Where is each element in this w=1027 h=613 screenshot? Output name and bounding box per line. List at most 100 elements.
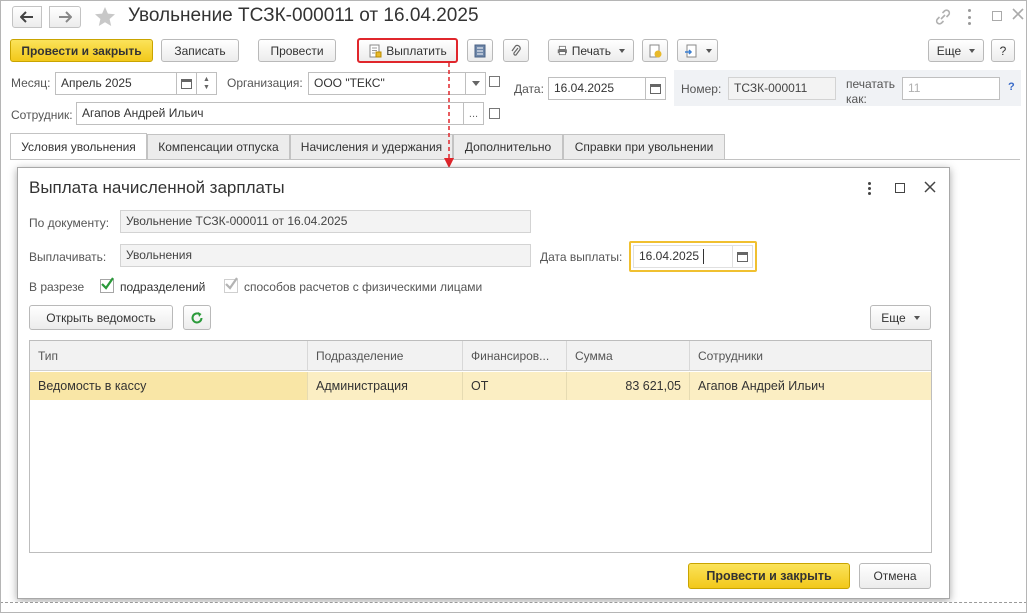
pay-type-label: Выплачивать: <box>29 250 107 264</box>
column-header-employees[interactable]: Сотрудники <box>690 341 931 371</box>
pay-date-field[interactable]: 16.04.2025 <box>633 245 733 268</box>
pay-button[interactable]: Выплатить <box>357 38 458 63</box>
number-label: Номер: <box>681 82 722 96</box>
column-header-amount[interactable]: Сумма <box>567 341 690 371</box>
tab-additional[interactable]: Дополнительно <box>453 134 563 159</box>
paperclip-icon <box>511 44 521 56</box>
employee-label: Сотрудник: <box>11 108 73 122</box>
organization-open-icon[interactable] <box>489 76 500 87</box>
date-label: Дата: <box>514 82 544 96</box>
print-as-field[interactable]: 11 <box>902 77 1000 100</box>
printer-icon <box>557 45 567 56</box>
tab-label: Компенсации отпуска <box>158 140 279 154</box>
employee-field[interactable]: Агапов Андрей Ильич <box>76 102 464 125</box>
calendar-icon <box>737 252 748 262</box>
divisions-checkbox-label[interactable]: подразделений <box>120 280 205 294</box>
payments-table: Тип Подразделение Финансиров... Сумма Со… <box>29 340 932 553</box>
tabs-baseline <box>10 159 1020 160</box>
print-label: Печать <box>571 43 611 58</box>
post-and-close-button[interactable]: Провести и закрыть <box>10 39 153 62</box>
attach-button[interactable] <box>503 39 529 62</box>
pay-label: Выплатить <box>386 43 447 58</box>
date-field[interactable]: 16.04.2025 <box>548 77 646 100</box>
close-icon[interactable] <box>1011 7 1025 24</box>
help-button[interactable]: ? <box>991 39 1015 62</box>
employee-open-icon[interactable] <box>489 108 500 119</box>
row-division[interactable]: Администрация <box>308 372 463 400</box>
column-header-division[interactable]: Подразделение <box>308 341 463 371</box>
checkmark-icon <box>225 277 238 290</box>
save-button[interactable]: Записать <box>161 39 239 62</box>
pay-date-calendar-button[interactable] <box>733 245 753 268</box>
month-label: Месяц: <box>11 76 51 90</box>
stepper-down-icon[interactable]: ▼ <box>203 84 210 92</box>
dialog-post-and-close-button[interactable]: Провести и закрыть <box>688 563 850 589</box>
tab-label: Дополнительно <box>464 140 552 154</box>
more-label: Еще <box>936 43 962 58</box>
tab-vacation-compensation[interactable]: Компенсации отпуска <box>147 134 290 159</box>
open-statement-button[interactable]: Открыть ведомость <box>29 305 173 330</box>
dialog-cancel-button[interactable]: Отмена <box>859 563 931 589</box>
create-based-on-button[interactable] <box>642 39 668 62</box>
row-type[interactable]: Ведомость в кассу <box>30 372 308 400</box>
column-header-type[interactable]: Тип <box>30 341 308 371</box>
date-calendar-button[interactable] <box>646 77 666 100</box>
torn-edge <box>0 602 1027 613</box>
employee-select-button[interactable]: ... <box>464 102 484 125</box>
tab-dismissal-conditions[interactable]: Условия увольнения <box>10 133 147 159</box>
tab-label: Справки при увольнении <box>574 140 714 154</box>
tab-dismissal-certificates[interactable]: Справки при увольнении <box>563 134 725 159</box>
divisions-checkbox[interactable] <box>100 277 114 293</box>
favorite-star-icon[interactable] <box>93 5 117 32</box>
open-statement-label: Открыть ведомость <box>46 310 156 325</box>
dialog-more-button[interactable]: Еще <box>870 305 931 330</box>
payment-methods-checkbox[interactable] <box>224 277 238 293</box>
dialog-title: Выплата начисленной зарплаты <box>29 178 285 197</box>
column-header-financing[interactable]: Финансиров... <box>463 341 567 371</box>
breakdown-label: В разрезе <box>29 280 85 294</box>
row-employees[interactable]: Агапов Андрей Ильич <box>690 372 931 400</box>
pay-document-icon <box>369 44 382 57</box>
document-arrow-icon <box>684 44 696 57</box>
by-document-field[interactable]: Увольнение ТСЗК-000011 от 16.04.2025 <box>120 210 531 233</box>
ellipsis-label: ... <box>468 107 479 120</box>
maximize-icon[interactable] <box>992 11 1002 21</box>
back-button[interactable] <box>12 6 42 28</box>
related-documents-button[interactable] <box>677 39 718 62</box>
dialog-close-icon[interactable] <box>924 181 936 196</box>
stepper-up-icon[interactable]: ▲ <box>203 76 210 84</box>
calendar-icon <box>181 79 192 89</box>
tab-accruals-deductions[interactable]: Начисления и удержания <box>290 134 453 159</box>
refresh-icon <box>191 311 203 323</box>
tab-label: Начисления и удержания <box>300 140 443 154</box>
arrow-left-icon <box>20 11 33 23</box>
dialog-menu-icon[interactable] <box>867 182 871 195</box>
post-button[interactable]: Провести <box>258 39 336 62</box>
forward-button[interactable] <box>49 6 81 28</box>
report-button[interactable] <box>467 39 493 62</box>
payment-methods-checkbox-label[interactable]: способов расчетов с физическими лицами <box>244 280 482 294</box>
pay-date-cursor <box>703 249 704 264</box>
print-as-label-line2: как: <box>846 92 867 106</box>
month-stepper[interactable]: ▲ ▼ <box>197 72 217 95</box>
link-icon[interactable] <box>934 8 952 29</box>
dialog-cancel-label: Отмена <box>873 569 917 583</box>
pay-type-field[interactable]: Увольнения <box>120 244 531 267</box>
row-amount[interactable]: 83 621,05 <box>567 372 690 400</box>
organization-dropdown-button[interactable] <box>466 72 486 95</box>
month-calendar-button[interactable] <box>177 72 197 95</box>
help-label: ? <box>999 43 1007 58</box>
more-button[interactable]: Еще <box>928 39 984 62</box>
number-field[interactable]: ТСЗК-000011 <box>728 77 836 100</box>
print-button[interactable]: Печать <box>548 39 634 62</box>
window-title: Увольнение ТСЗК-000011 от 16.04.2025 <box>128 5 479 26</box>
refresh-button[interactable] <box>183 305 211 330</box>
pay-salary-dialog: Выплата начисленной зарплаты По документ… <box>17 167 950 599</box>
menu-dots-icon[interactable] <box>966 9 972 25</box>
list-document-icon <box>474 44 486 57</box>
row-financing[interactable]: ОТ <box>463 372 567 400</box>
month-field[interactable]: Апрель 2025 <box>55 72 177 95</box>
arrow-right-icon <box>59 11 72 23</box>
print-as-help-link[interactable]: ? <box>1008 81 1015 93</box>
dialog-maximize-icon[interactable] <box>895 183 905 193</box>
